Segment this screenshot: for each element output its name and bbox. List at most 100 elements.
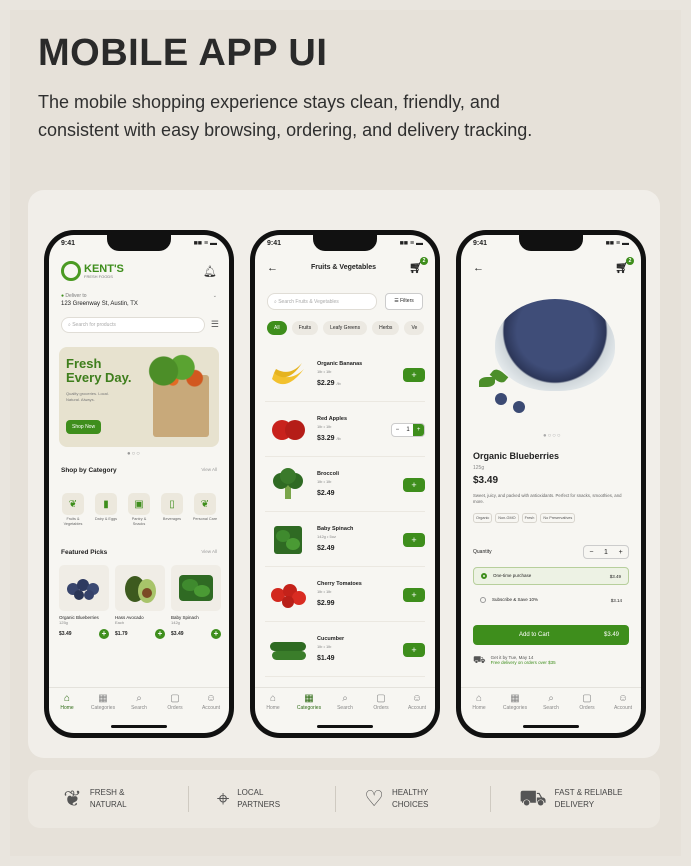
- list-item[interactable]: Cucumber 1lb • 1lb $1.49 +: [265, 622, 425, 677]
- add-to-cart-button[interactable]: Add to Cart $3.49: [473, 625, 629, 645]
- cart-icon[interactable]: 🛒︎ 2: [409, 257, 428, 274]
- decrement-button[interactable]: −: [392, 427, 403, 433]
- search-input[interactable]: ⌕ Search for products: [61, 317, 205, 333]
- list-item[interactable]: Organic Bananas 1lb • 1lb $2.29 /lb +: [265, 347, 425, 402]
- add-button[interactable]: +: [403, 533, 425, 547]
- back-arrow-icon[interactable]: ←: [267, 262, 278, 274]
- option-subscribe[interactable]: Subscribe & Save 10% $3.14: [473, 591, 629, 609]
- tab-orders[interactable]: ▢ Orders: [366, 693, 396, 721]
- deliver-to[interactable]: ● Deliver to 123 Greenway St, Austin, TX…: [61, 293, 217, 307]
- quantity-stepper[interactable]: −1 +: [391, 423, 425, 437]
- banner-title-line-2: Every Day.: [66, 370, 132, 385]
- search-input[interactable]: ⌕ Search Fruits & Vegetables: [267, 293, 377, 310]
- chip-herbs[interactable]: Herbs: [372, 321, 400, 335]
- search-placeholder: Search for products: [72, 322, 116, 328]
- product-name: Baby Spinach: [317, 526, 354, 532]
- chip-all[interactable]: All: [267, 321, 287, 335]
- product-name: Broccoli: [317, 471, 340, 477]
- tab-categories[interactable]: ▦ Categories: [88, 693, 118, 721]
- tag-no-preservatives: No Preservatives: [540, 513, 576, 523]
- user-icon: ☺: [617, 693, 629, 704]
- home-icon: ⌂: [63, 693, 71, 704]
- tab-orders[interactable]: ▢ Orders: [572, 693, 602, 721]
- list-item[interactable]: Cherry Tomatoes 1lb • 1lb $2.99 +: [265, 567, 425, 622]
- search-placeholder: Search Fruits & Vegetables: [278, 299, 339, 305]
- featured-section-header: Featured Picks View All: [61, 549, 217, 556]
- tab-orders[interactable]: ▢ Orders: [160, 693, 190, 721]
- tab-home[interactable]: ⌂ Home: [52, 693, 82, 721]
- add-button[interactable]: +: [99, 629, 109, 639]
- user-icon: ☺: [411, 693, 423, 704]
- brand-logo[interactable]: KENT'S FRESH FOODS: [61, 261, 124, 281]
- list-item[interactable]: Red Apples 1lb • 1lb $3.29 /lb −1 +: [265, 402, 425, 457]
- product-price: $2.99: [317, 600, 335, 607]
- tab-home[interactable]: ⌂ Home: [464, 693, 494, 721]
- product-card[interactable]: Baby Spinach 142g $3.49 +: [171, 565, 221, 639]
- search-icon: ⌕: [548, 693, 554, 704]
- cart-badge: 2: [420, 257, 428, 265]
- carousel-dots[interactable]: ●○○: [127, 451, 141, 457]
- list-item[interactable]: Broccoli 1lb • 1lb $2.49 +: [265, 457, 425, 512]
- tab-account[interactable]: ☺ Account: [608, 693, 638, 721]
- add-button[interactable]: +: [403, 588, 425, 602]
- category-pantry-snacks[interactable]: ▣ Pantry & Snacks: [125, 493, 153, 527]
- increment-button[interactable]: +: [413, 424, 425, 436]
- tab-account[interactable]: ☺ Account: [196, 693, 226, 721]
- tab-search[interactable]: ⌕ Search: [536, 693, 566, 721]
- broccoli-image: [265, 464, 311, 504]
- view-all-link[interactable]: View All: [201, 467, 217, 474]
- option-price: $3.14: [610, 597, 622, 603]
- tab-categories[interactable]: ▦ Categories: [294, 693, 324, 721]
- product-weight: Each: [115, 620, 125, 625]
- product-weight: 125g: [59, 620, 68, 625]
- category-fruits-vegetables[interactable]: ❦ Fruits & Vegetables: [59, 493, 87, 527]
- tab-search[interactable]: ⌕ Search: [124, 693, 154, 721]
- product-price: $2.49: [317, 490, 335, 497]
- shop-now-button[interactable]: Shop Now: [66, 420, 102, 434]
- cart-icon[interactable]: 🛒︎ 2: [615, 257, 634, 274]
- tab-home[interactable]: ⌂ Home: [258, 693, 288, 721]
- leaf-icon: ❦: [62, 493, 84, 515]
- list-item[interactable]: Baby Spinach 142g • 5oz $2.49 +: [265, 512, 425, 567]
- status-time: 9:41: [473, 240, 488, 247]
- category-personal-care[interactable]: ❦ Personal Care: [191, 493, 219, 527]
- filter-icon[interactable]: ☰: [211, 319, 219, 330]
- carousel-dots[interactable]: ●○○○: [543, 433, 562, 439]
- view-all-link[interactable]: View All: [201, 549, 217, 556]
- heart-icon: ♡: [364, 786, 384, 811]
- add-button[interactable]: +: [403, 368, 425, 382]
- deliver-address: 123 Greenway St, Austin, TX: [61, 301, 138, 307]
- increment-button[interactable]: +: [619, 549, 623, 556]
- tab-label: Orders: [579, 705, 595, 711]
- category-label: Personal Care: [192, 517, 218, 521]
- leaf: [479, 377, 495, 387]
- add-button[interactable]: +: [155, 629, 165, 639]
- chip-fruits[interactable]: Fruits: [291, 321, 319, 335]
- product-card[interactable]: Hass Avocado Each $1.79 +: [115, 565, 165, 639]
- tab-search[interactable]: ⌕ Search: [330, 693, 360, 721]
- tag-organic: Organic: [473, 513, 493, 523]
- add-button[interactable]: +: [211, 629, 221, 639]
- add-to-cart-price: $3.49: [603, 632, 619, 638]
- product-card[interactable]: Organic Blueberries 125g $3.49 +: [59, 565, 109, 639]
- search-icon: ⌕: [274, 299, 277, 305]
- tab-account[interactable]: ☺ Account: [402, 693, 432, 721]
- tab-categories[interactable]: ▦ Categories: [500, 693, 530, 721]
- chip-leafy-greens[interactable]: Leafy Greens: [323, 321, 368, 335]
- category-dairy-eggs[interactable]: ▮ Dairy & Eggs: [92, 493, 120, 527]
- add-button[interactable]: +: [403, 643, 425, 657]
- category-beverages[interactable]: ▯ Beverages: [158, 493, 186, 527]
- option-one-time[interactable]: One-time purchase $3.49: [473, 567, 629, 585]
- back-arrow-icon[interactable]: ←: [473, 262, 484, 274]
- apples-image: [265, 409, 311, 449]
- add-button[interactable]: +: [403, 478, 425, 492]
- option-label: Subscribe & Save 10%: [492, 597, 539, 603]
- filters-button[interactable]: ☰ Filters: [385, 293, 423, 310]
- category-label: Fruits & Vegetables: [63, 517, 83, 526]
- quantity-stepper[interactable]: − 1 +: [583, 545, 629, 559]
- bell-icon[interactable]: 🔔︎: [203, 265, 217, 278]
- chip-more[interactable]: Ve: [404, 321, 425, 335]
- decrement-button[interactable]: −: [589, 549, 593, 556]
- promo-banner[interactable]: Fresh Every Day. Quality groceries. Loca…: [59, 347, 219, 447]
- category-label: Dairy & Eggs: [94, 517, 118, 521]
